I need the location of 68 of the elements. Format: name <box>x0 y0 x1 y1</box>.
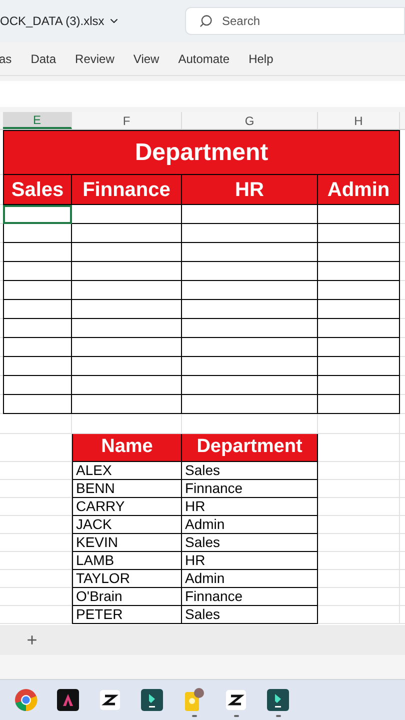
active-cell[interactable] <box>3 205 72 224</box>
table-cell: TAYLOR <box>72 570 182 588</box>
grid-cell <box>3 462 72 480</box>
empty-cell <box>3 243 72 262</box>
header-cell: Sales <box>3 175 72 205</box>
add-sheet-button[interactable]: + <box>25 631 39 649</box>
running-indicator <box>276 715 280 717</box>
header-cell: Department <box>182 434 318 462</box>
grid-cell <box>3 534 72 552</box>
ribbon-tab[interactable]: Data <box>30 50 56 68</box>
video-editor-icon[interactable] <box>226 690 246 710</box>
table-cell: PETER <box>72 606 182 624</box>
empty-cell <box>3 395 72 414</box>
header-cell: Admin <box>318 175 400 205</box>
table-cell: Admin <box>182 570 318 588</box>
table-cell: Admin <box>182 516 318 534</box>
running-indicator <box>234 715 238 717</box>
empty-cell <box>3 338 72 357</box>
table-cell: Finnance <box>182 588 318 606</box>
grid-cell <box>3 516 72 534</box>
search-field[interactable]: Search <box>185 7 405 35</box>
grid-cell <box>3 498 72 516</box>
table-cell: BENN <box>72 480 182 498</box>
table-cell: Sales <box>182 534 318 552</box>
video-app-icon[interactable] <box>267 689 289 711</box>
header-cell: Name <box>72 434 182 462</box>
table-cell: Sales <box>182 462 318 480</box>
empty-cell <box>3 262 72 281</box>
ribbon-tab[interactable]: Review <box>75 50 114 68</box>
merged-header-cell: Department <box>3 130 400 175</box>
file-name-dropdown[interactable]: OCK_DATA (3).xlsx <box>0 12 120 30</box>
grid-cell <box>3 480 72 498</box>
column-header[interactable]: H <box>318 112 400 129</box>
ribbon-tab[interactable]: Automate <box>178 50 230 68</box>
grid-cell <box>3 570 72 588</box>
search-icon <box>199 14 213 28</box>
table-cell: LAMB <box>72 552 182 570</box>
table-cell: ALEX <box>72 462 182 480</box>
video-editor-icon[interactable] <box>100 690 120 710</box>
browser-icon[interactable] <box>14 688 38 712</box>
table-cell: JACK <box>72 516 182 534</box>
empty-cell <box>3 357 72 376</box>
column-header[interactable]: G <box>182 112 318 129</box>
ribbon-tab[interactable]: Help <box>248 50 274 68</box>
table-cell: O'Brain <box>72 588 182 606</box>
empty-cell <box>3 281 72 300</box>
table-cell: KEVIN <box>72 534 182 552</box>
column-header[interactable]: F <box>72 112 182 129</box>
header-cell: HR <box>182 175 318 205</box>
table-cell: Sales <box>182 606 318 624</box>
table-cell: HR <box>182 498 318 516</box>
table-cell: HR <box>182 552 318 570</box>
table-cell: Finnance <box>182 480 318 498</box>
grid-cell <box>3 414 72 434</box>
table-cell: CARRY <box>72 498 182 516</box>
column-header[interactable]: E <box>3 112 72 129</box>
running-indicator <box>192 715 196 717</box>
empty-cell <box>3 224 72 243</box>
app-icon[interactable] <box>57 689 79 711</box>
empty-cell <box>3 376 72 395</box>
grid-cell <box>3 588 72 606</box>
empty-cell <box>3 319 72 338</box>
grid-cell <box>3 552 72 570</box>
ribbon-tab[interactable]: View <box>133 50 160 68</box>
video-app-icon[interactable] <box>141 689 163 711</box>
empty-cell <box>3 300 72 319</box>
notes-icon[interactable] <box>183 688 205 712</box>
header-cell: Finnance <box>72 175 182 205</box>
